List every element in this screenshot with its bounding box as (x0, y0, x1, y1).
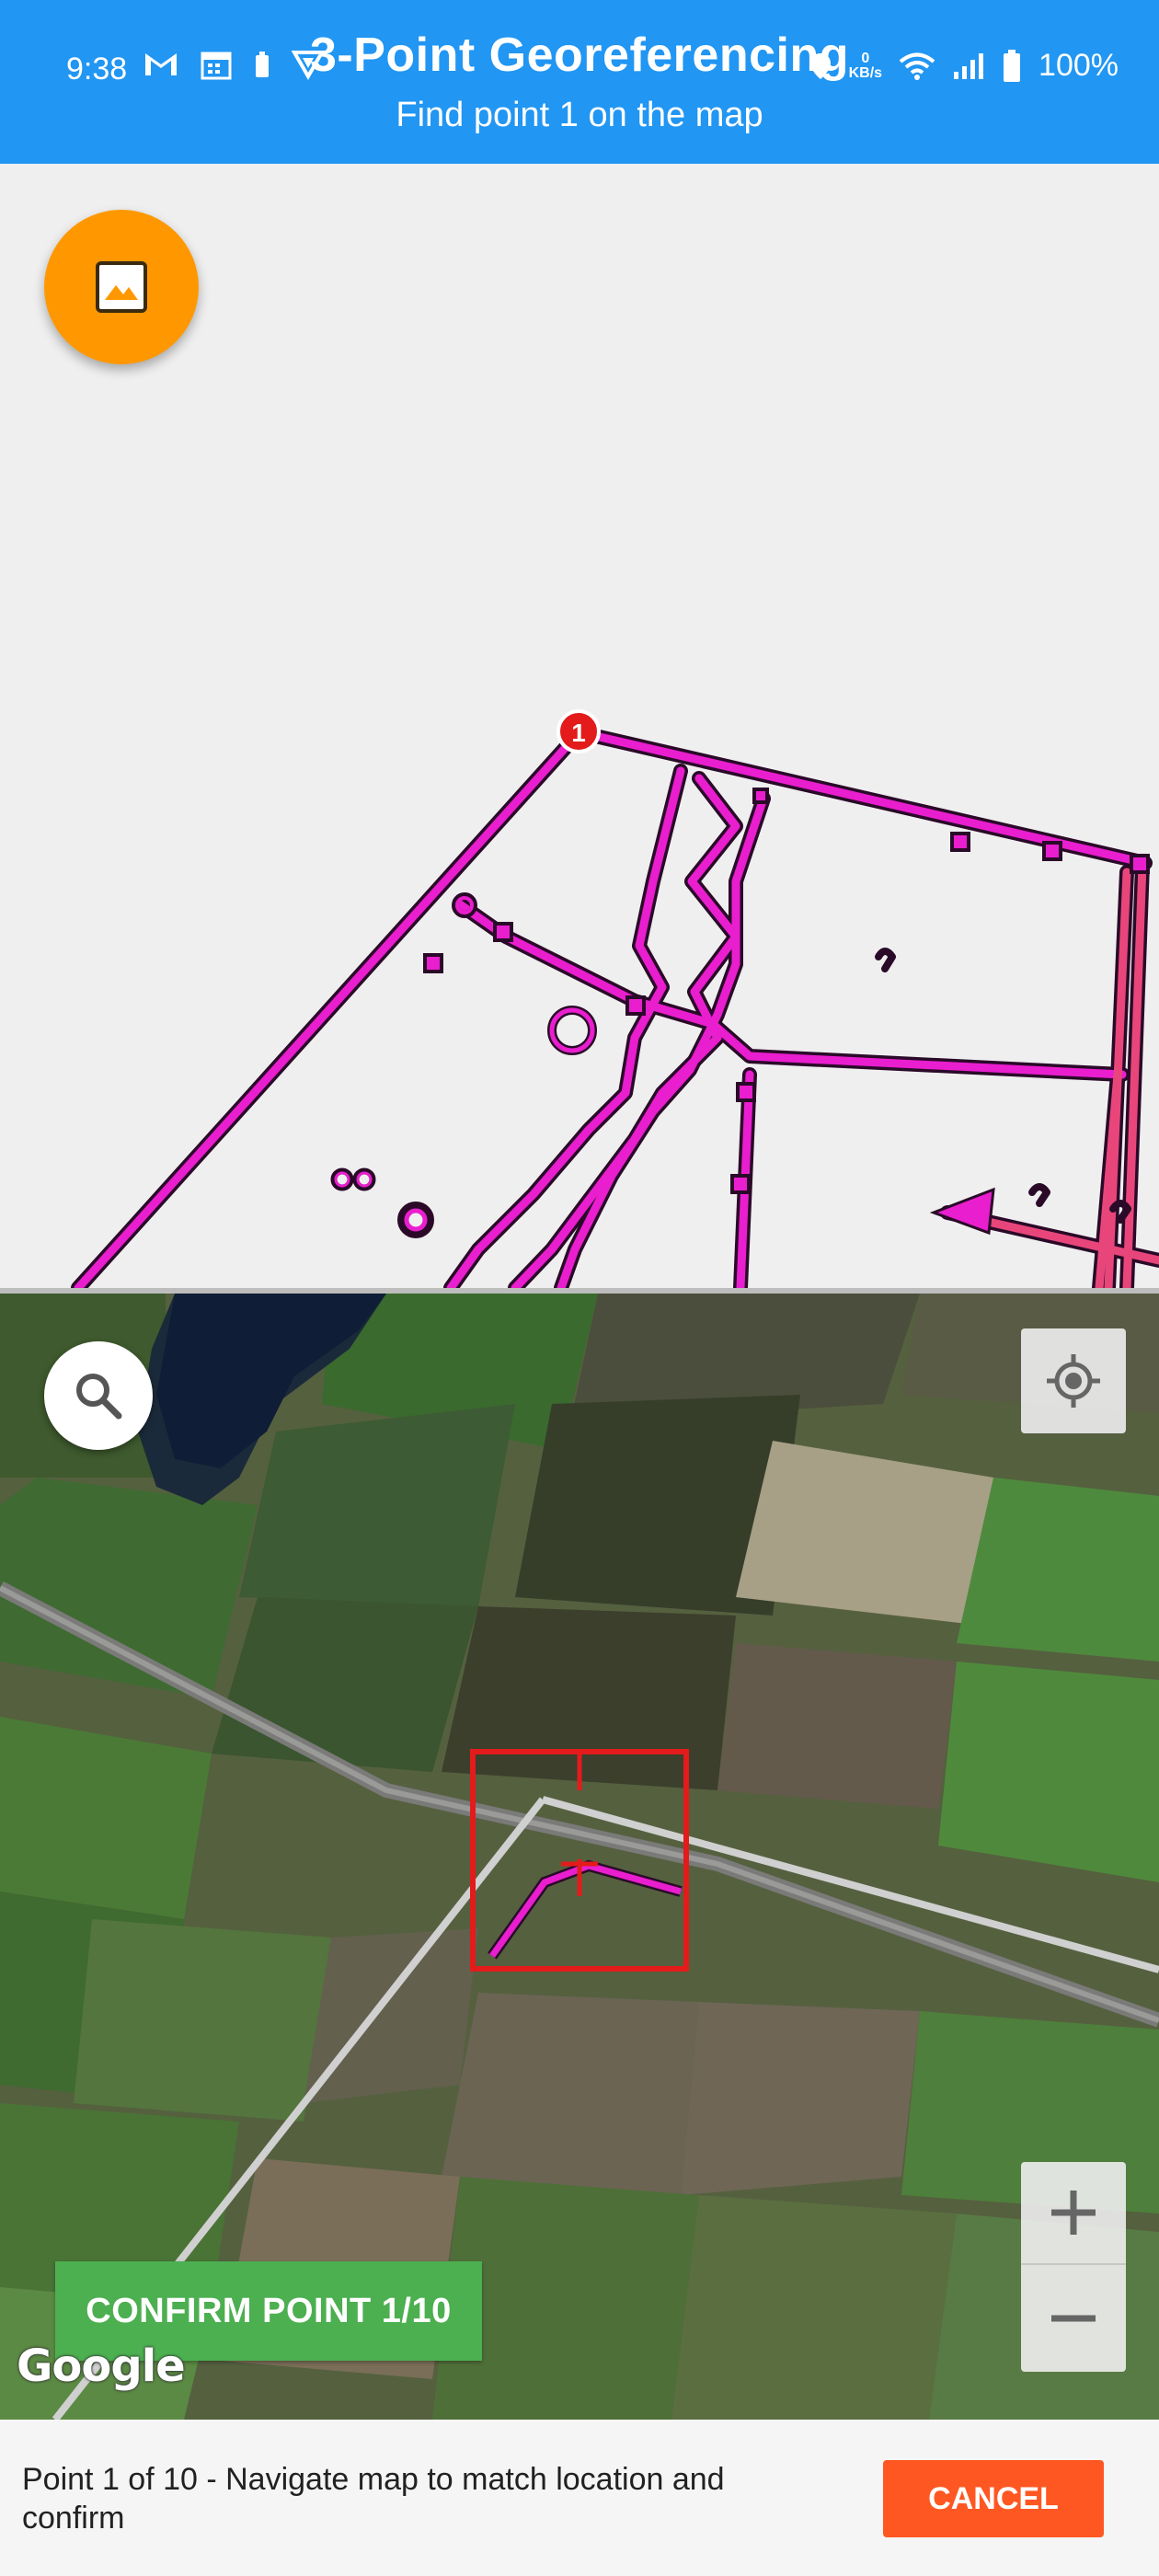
search-icon (76, 1374, 122, 1420)
google-logo: Google (17, 2340, 186, 2392)
cancel-button[interactable]: CANCEL (883, 2460, 1104, 2537)
map-search-button[interactable] (44, 1341, 153, 1450)
footer-bar: Point 1 of 10 - Navigate map to match lo… (0, 2420, 1159, 2576)
zoom-out-button[interactable] (1021, 2267, 1126, 2370)
instruction-text: Point 1 of 10 - Navigate map to match lo… (22, 2462, 725, 2536)
my-location-icon (1047, 1354, 1100, 1408)
image-picker-button[interactable] (44, 210, 199, 364)
satellite-imagery[interactable] (0, 1294, 1159, 2420)
image-icon (96, 261, 147, 313)
satellite-map[interactable]: CONFIRM POINT 1/10 Google (0, 1294, 1159, 2420)
minus-icon (1051, 2315, 1096, 2322)
point-1-marker-label: 1 (571, 719, 586, 747)
page-subtitle: Find point 1 on the map (396, 96, 763, 134)
drawing-image-panel[interactable]: 1 (0, 164, 1159, 1288)
my-location-button[interactable] (1021, 1328, 1126, 1433)
plus-icon (1051, 2191, 1096, 2235)
zoom-in-button[interactable] (1021, 2162, 1126, 2265)
app-header: 9:38 0 KB/s 100% 3-Point Georeferencing … (0, 0, 1159, 164)
page-title: 3-Point Georeferencing (310, 29, 849, 82)
zoom-controls (1021, 2162, 1126, 2372)
